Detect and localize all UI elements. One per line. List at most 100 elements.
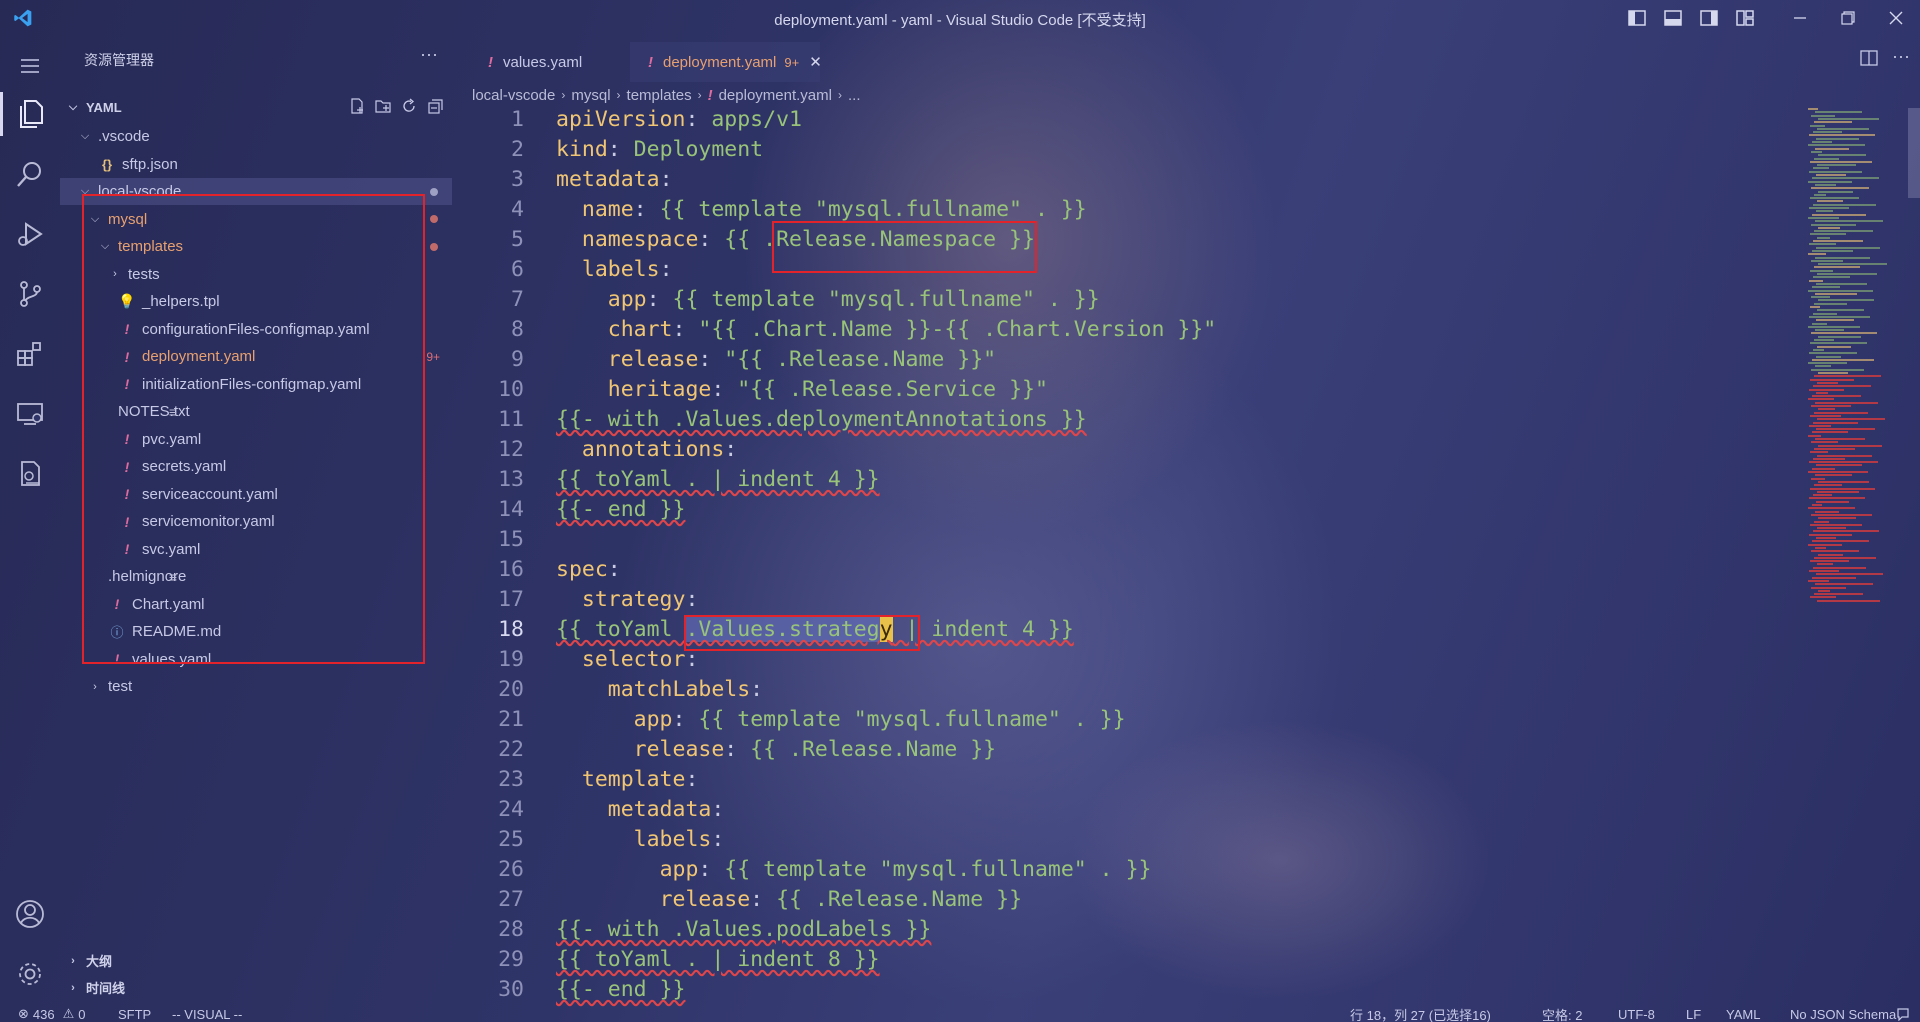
split-editor-icon[interactable] [1860, 50, 1878, 71]
code-line[interactable]: 30 {{- end }} [452, 974, 1802, 1004]
tree-item[interactable]: ≡ .helmignore [60, 563, 452, 590]
minimap-line [1816, 210, 1833, 213]
code-line[interactable]: 19 selector: [452, 644, 1802, 674]
refresh-icon[interactable] [400, 97, 418, 118]
tree-item-label: sftp.json [122, 155, 178, 173]
settings-gear-icon[interactable] [0, 944, 60, 1004]
tree-item[interactable]: ! initializationFiles-configmap.yaml [60, 371, 452, 398]
outline-section-header[interactable]: › 大纲 [60, 947, 452, 974]
code-line[interactable]: 15 [452, 524, 1802, 554]
tree-item[interactable]: ! servicemonitor.yaml [60, 508, 452, 535]
tab-values-yaml[interactable]: ! values.yaml [470, 42, 630, 82]
run-debug-icon[interactable] [0, 204, 60, 264]
code-line[interactable]: 16 spec: [452, 554, 1802, 584]
toggle-secondary-sidebar-icon[interactable] [1698, 7, 1720, 29]
new-file-icon[interactable] [348, 97, 366, 118]
tree-item[interactable]: ! secrets.yaml [60, 453, 452, 480]
code-line[interactable]: 21 app: {{ template "mysql.fullname" . }… [452, 704, 1802, 734]
code-text: release: "{{ .Release.Name }}" [607, 346, 997, 372]
problems-indicator[interactable]: ⊗ 436 ⚠ 0 [18, 1006, 86, 1022]
line-ending[interactable]: LF [1686, 1006, 1701, 1022]
timeline-section-header[interactable]: › 时间线 [60, 974, 452, 1001]
breadcrumb-item[interactable]: local-vscode [472, 87, 555, 104]
code-line[interactable]: 26 app: {{ template "mysql.fullname" . }… [452, 854, 1802, 884]
code-editor[interactable]: 1 apiVersion: apps/v1 2 kind: Deployment 3 me… [452, 107, 1802, 1008]
editor-more-actions-icon[interactable]: ··· [1892, 46, 1910, 67]
close-tab-icon[interactable]: ✕ [809, 53, 822, 71]
code-line[interactable]: 18 {{ toYaml .Values.strategy | indent 4 … [452, 614, 1802, 644]
minimap[interactable] [1808, 108, 1908, 628]
code-line[interactable]: 29 {{ toYaml . | indent 8 }} [452, 944, 1802, 974]
encoding[interactable]: UTF-8 [1618, 1006, 1655, 1022]
code-line[interactable]: 7 app: {{ template "mysql.fullname" . }} [452, 284, 1802, 314]
extensions-icon[interactable] [0, 324, 60, 384]
json-schema[interactable]: No JSON Schema [1790, 1006, 1896, 1022]
code-line[interactable]: 28 {{- with .Values.podLabels }} [452, 914, 1802, 944]
search-icon[interactable] [0, 144, 60, 204]
sftp-explorer-icon[interactable] [0, 444, 60, 504]
breadcrumb-item[interactable]: deployment.yaml [719, 87, 832, 104]
code-line[interactable]: 13 {{ toYaml . | indent 4 }} [452, 464, 1802, 494]
code-line[interactable]: 2 kind: Deployment [452, 134, 1802, 164]
code-line[interactable]: 6 labels: [452, 254, 1802, 284]
source-control-icon[interactable] [0, 264, 60, 324]
new-folder-icon[interactable] [374, 97, 392, 118]
code-line[interactable]: 3 metadata: [452, 164, 1802, 194]
code-line[interactable]: 24 metadata: [452, 794, 1802, 824]
tree-item[interactable]: ! svc.yaml [60, 536, 452, 563]
tree-item[interactable]: ! configurationFiles-configmap.yaml [60, 316, 452, 343]
tree-item[interactable]: ⌵ local-vscode [60, 178, 452, 205]
code-line[interactable]: 1 apiVersion: apps/v1 [452, 104, 1802, 134]
code-line[interactable]: 22 release: {{ .Release.Name }} [452, 734, 1802, 764]
code-line[interactable]: 14 {{- end }} [452, 494, 1802, 524]
tree-item[interactable]: ⌵ mysql [60, 206, 452, 233]
code-line[interactable]: 8 chart: "{{ .Chart.Name }}-{{ .Chart.Ve… [452, 314, 1802, 344]
tree-item[interactable]: ⌵ templates [60, 233, 452, 260]
code-line[interactable]: 10 heritage: "{{ .Release.Service }}" [452, 374, 1802, 404]
code-line[interactable]: 27 release: {{ .Release.Name }} [452, 884, 1802, 914]
tree-item[interactable]: ≡ NOTES.txt [60, 398, 452, 425]
feedback-icon[interactable] [1896, 1006, 1910, 1022]
tab-deployment-yaml[interactable]: ! deployment.yaml 9+ ✕ [630, 42, 822, 82]
scrollbar-thumb[interactable] [1908, 108, 1920, 198]
tree-item[interactable]: ⌵ .vscode [60, 123, 452, 150]
tree-item[interactable]: ! pvc.yaml [60, 426, 452, 453]
code-line[interactable]: 12 annotations: [452, 434, 1802, 464]
breadcrumb-item[interactable]: ... [848, 87, 861, 104]
code-line[interactable]: 25 labels: [452, 824, 1802, 854]
tree-item[interactable]: ! values.yaml [60, 646, 452, 673]
tree-item[interactable]: {} sftp.json [60, 151, 452, 178]
accounts-icon[interactable] [0, 884, 60, 944]
breadcrumb-item[interactable]: mysql [571, 87, 610, 104]
minimize-button[interactable] [1776, 0, 1824, 36]
tree-item[interactable]: › test [60, 673, 452, 700]
code-line[interactable]: 17 strategy: [452, 584, 1802, 614]
restore-button[interactable] [1824, 0, 1872, 36]
tree-item[interactable]: ! Chart.yaml [60, 591, 452, 618]
code-line[interactable]: 11 {{- with .Values.deploymentAnnotations… [452, 404, 1802, 434]
tree-item[interactable]: › tests [60, 261, 452, 288]
tree-item[interactable]: ⓘ README.md [60, 618, 452, 645]
cursor-position[interactable]: 行 18，列 27 (已选择16) [1350, 1006, 1491, 1022]
toggle-panel-icon[interactable] [1662, 7, 1684, 29]
indentation[interactable]: 空格: 2 [1542, 1006, 1582, 1022]
code-line[interactable]: 9 release: "{{ .Release.Name }}" [452, 344, 1802, 374]
breadcrumb-item[interactable]: templates [627, 87, 692, 104]
code-line[interactable]: 20 matchLabels: [452, 674, 1802, 704]
code-line[interactable]: 4 name: {{ template "mysql.fullname" . }… [452, 194, 1802, 224]
more-actions-icon[interactable]: ··· [420, 44, 438, 65]
tree-item[interactable]: 💡 _helpers.tpl [60, 288, 452, 315]
collapse-all-icon[interactable] [426, 97, 444, 118]
toggle-primary-sidebar-icon[interactable] [1626, 7, 1648, 29]
remote-explorer-icon[interactable] [0, 384, 60, 444]
code-line[interactable]: 23 template: [452, 764, 1802, 794]
tree-item[interactable]: ! serviceaccount.yaml [60, 481, 452, 508]
code-line[interactable]: 5 namespace: {{ .Release.Namespace }} [452, 224, 1802, 254]
language-mode[interactable]: YAML [1726, 1006, 1760, 1022]
explorer-icon[interactable] [0, 84, 60, 144]
workspace-header[interactable]: ⌵ YAML [60, 94, 452, 121]
customize-layout-icon[interactable] [1734, 7, 1756, 29]
sftp-status[interactable]: SFTP [118, 1006, 151, 1022]
tree-item[interactable]: ! deployment.yaml 9+ [60, 343, 452, 370]
close-window-button[interactable] [1872, 0, 1920, 36]
